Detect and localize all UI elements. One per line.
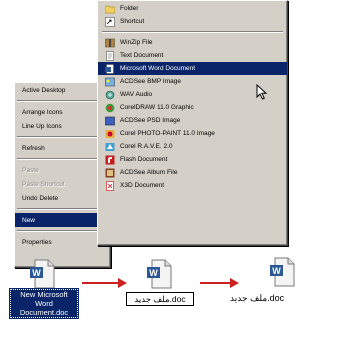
menu-item-label: Shortcut [120, 18, 145, 25]
menu-separator [17, 100, 108, 102]
coreldraw-icon [105, 103, 115, 113]
menu-item-label: Folder [120, 5, 139, 12]
menu-item-label: Paste [22, 166, 39, 174]
file-name-label[interactable]: New Microsoft Word Document.doc [9, 288, 79, 319]
menu-item-label: CorelDRAW 11.0 Graphic [120, 104, 194, 111]
arrow-right-icon [230, 278, 239, 288]
new-menu-item-folder[interactable]: Folder [98, 2, 287, 15]
menu-item-label: ACDSee PSD Image [120, 117, 181, 124]
bmp-image-icon [105, 77, 115, 87]
arrow-line [200, 282, 232, 284]
menu-separator [17, 136, 108, 138]
context-menu-item-arrange-icons[interactable]: Arrange Icons▶ [15, 105, 110, 119]
menu-item-label: ACDSee BMP Image [120, 78, 181, 85]
shortcut-icon [105, 16, 115, 27]
word-doc-icon: W [30, 259, 55, 289]
new-menu-item-flash-document[interactable]: Flash Document [98, 153, 287, 166]
wav-audio-icon [105, 90, 115, 100]
new-menu-item-winzip-file[interactable]: WinZip File [98, 36, 287, 49]
menu-item-label: Refresh [22, 144, 45, 152]
corel-rave-icon [105, 142, 115, 152]
menu-item-label: New [22, 216, 36, 224]
menu-separator [17, 158, 108, 160]
arrow-right-icon [118, 278, 127, 288]
winzip-icon [105, 38, 115, 48]
context-menu-item-paste: Paste [15, 163, 110, 177]
new-menu-item-acdsee-album-file[interactable]: ACDSee Album File [98, 166, 287, 179]
new-menu-item-acdsee-psd-image[interactable]: ACDSee PSD Image [98, 114, 287, 127]
context-menu-item-active-desktop[interactable]: Active Desktop▶ [15, 83, 110, 97]
folder-icon [105, 4, 115, 14]
menu-item-label: Corel PHOTO-PAINT 11.0 Image [120, 130, 215, 137]
context-menu-item-properties[interactable]: Properties [15, 235, 110, 249]
word-doc-icon: W [147, 259, 172, 289]
context-menu-item-undo-delete[interactable]: Undo Delete [15, 191, 110, 205]
photopaint-icon [105, 129, 115, 139]
svg-text:W: W [272, 266, 281, 276]
menu-item-label: Active Desktop [22, 86, 66, 94]
svg-text:W: W [32, 268, 41, 278]
file-name-label: ملف جديد.doc [230, 293, 285, 303]
new-menu-item-text-document[interactable]: Text Document [98, 49, 287, 62]
menu-item-label: WinZip File [120, 39, 153, 46]
menu-separator [102, 31, 283, 33]
menu-item-label: Text Document [120, 52, 164, 59]
new-menu-item-corel-photo-paint-11-0-image[interactable]: Corel PHOTO-PAINT 11.0 Image [98, 127, 287, 140]
mouse-cursor-icon [256, 84, 268, 100]
menu-item-label: Undo Delete [22, 194, 59, 202]
new-menu-item-microsoft-word-document[interactable]: Microsoft Word Document [98, 62, 287, 75]
menu-item-label: ACDSee Album File [120, 169, 178, 176]
context-menu-item-refresh[interactable]: Refresh [15, 141, 110, 155]
menu-item-label: X3D Document [120, 182, 165, 189]
new-submenu: Folder Shortcut WinZip File Text Document Mi… [97, 0, 288, 246]
menu-item-label: Corel R.A.V.E. 2.0 [120, 143, 173, 150]
menu-item-label: Microsoft Word Document [120, 65, 196, 72]
context-menu-item-new[interactable]: New▶ [15, 213, 110, 227]
word-doc-icon [105, 63, 115, 74]
context-menu-item-line-up-icons[interactable]: Line Up Icons [15, 119, 110, 133]
new-menu-item-corel-r-a-v-e-2-0[interactable]: Corel R.A.V.E. 2.0 [98, 140, 287, 153]
new-menu-item-coreldraw-11-0-graphic[interactable]: CorelDRAW 11.0 Graphic [98, 101, 287, 114]
menu-item-label: Flash Document [120, 156, 168, 163]
psd-image-icon [105, 116, 115, 126]
new-menu-item-shortcut[interactable]: Shortcut [98, 15, 287, 28]
menu-separator [17, 208, 108, 210]
arrow-line [82, 282, 120, 284]
x3d-doc-icon [105, 180, 115, 191]
text-doc-icon [105, 50, 115, 61]
menu-item-label: Line Up Icons [22, 122, 62, 130]
menu-item-label: WAV Audio [120, 91, 153, 98]
rename-input[interactable]: ملف جديد.doc [126, 292, 194, 306]
album-file-icon [105, 168, 115, 178]
menu-item-label: Paste Shortcut [22, 180, 65, 188]
new-menu-item-x3d-document[interactable]: X3D Document [98, 179, 287, 192]
menu-separator [17, 230, 108, 232]
menu-item-label: Properties [22, 238, 52, 246]
menu-item-label: Arrange Icons [22, 108, 63, 116]
flash-doc-icon [105, 155, 115, 165]
word-doc-icon: W [270, 257, 295, 287]
context-menu-item-paste-shortcut: Paste Shortcut [15, 177, 110, 191]
svg-text:W: W [149, 268, 158, 278]
